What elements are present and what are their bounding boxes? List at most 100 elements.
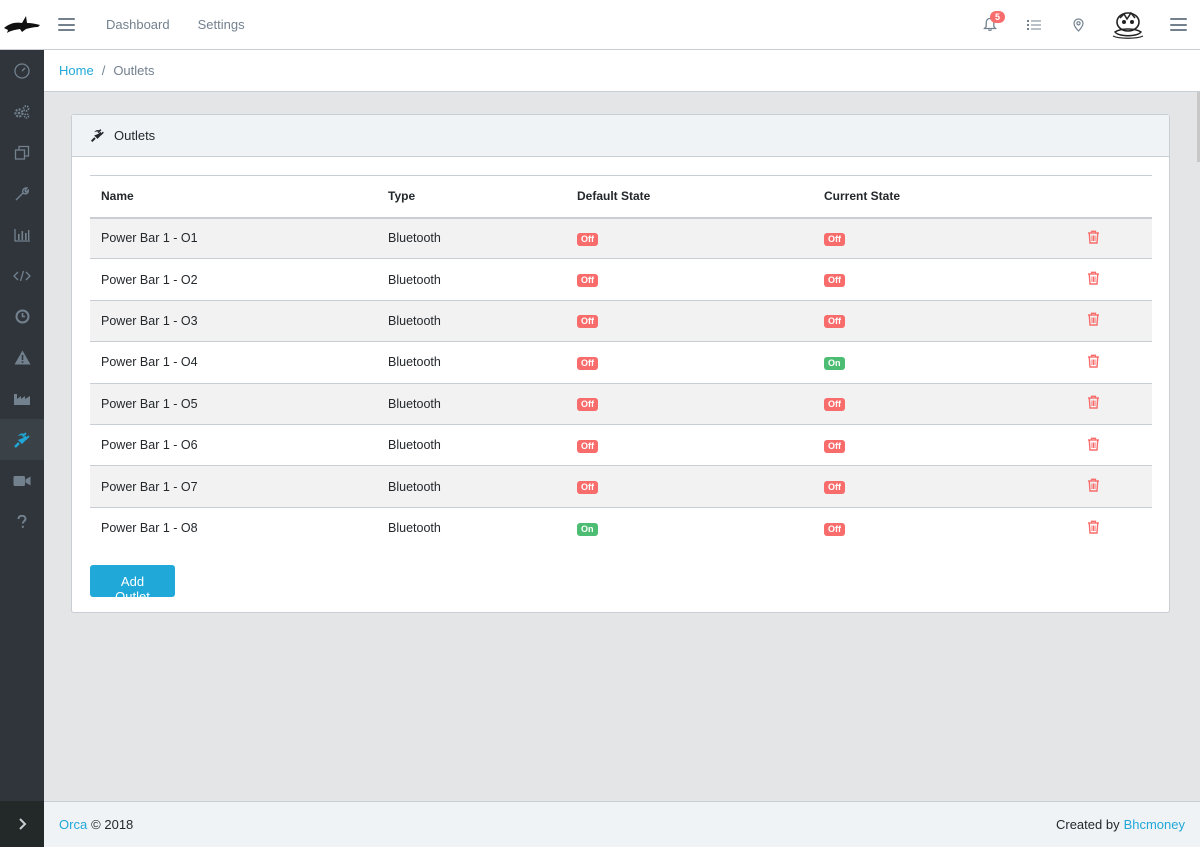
sidebar-item-help[interactable] (0, 501, 44, 542)
sidebar-item-layers[interactable] (0, 132, 44, 173)
delete-outlet-button[interactable] (1087, 312, 1101, 327)
sidebar-item-code[interactable] (0, 255, 44, 296)
breadcrumb-home-link[interactable]: Home (59, 63, 94, 78)
trash-icon (1088, 395, 1099, 409)
default-state-badge: Off (577, 356, 598, 370)
outlet-name-cell: Power Bar 1 - O6 (90, 423, 377, 466)
delete-outlet-button[interactable] (1087, 354, 1101, 368)
plug-icon (14, 431, 30, 448)
aside-menu-toggle-button[interactable] (1156, 0, 1200, 50)
sidebar-item-tools[interactable] (0, 173, 44, 214)
current-state-cell: Off (813, 258, 1064, 301)
current-state-badge[interactable]: Off (824, 315, 845, 329)
sidebar-minimizer-button[interactable] (0, 801, 44, 847)
header-nav: Dashboard Settings (92, 17, 259, 32)
current-state-cell: Off (813, 423, 1064, 466)
delete-outlet-button[interactable] (1087, 395, 1101, 409)
column-header-type: Type (388, 189, 416, 204)
actions-cell (1064, 382, 1152, 425)
table-row: Power Bar 1 - O3 Bluetooth Off Off (90, 299, 1152, 342)
add-outlet-button[interactable]: Add Outlet (90, 564, 175, 604)
current-state-cell: Off (813, 382, 1064, 425)
breadcrumb-current: Outlets (113, 63, 155, 78)
current-state-badge[interactable]: On (824, 356, 845, 370)
outlet-name-cell: Power Bar 1 - O8 (90, 506, 377, 549)
outlet-type-cell: Bluetooth (377, 506, 566, 549)
layers-icon (14, 145, 30, 160)
default-state-badge: Off (577, 232, 598, 246)
location-button[interactable] (1056, 0, 1100, 50)
sidebar-item-camera[interactable] (0, 460, 44, 501)
footer-created-by: Created by (1055, 817, 1120, 832)
nav-settings-link[interactable]: Settings (198, 17, 245, 32)
column-header-actions (1064, 176, 1152, 218)
list-button[interactable] (1012, 0, 1056, 50)
delete-outlet-button[interactable] (1087, 478, 1101, 492)
trash-icon (1088, 437, 1099, 451)
card-body: Name Type Default State Current State Po… (72, 157, 1169, 604)
code-icon (13, 270, 31, 281)
actions-cell (1064, 299, 1152, 342)
sidebar-item-settings[interactable] (0, 91, 44, 132)
table-row: Power Bar 1 - O1 Bluetooth Off Off (90, 217, 1152, 259)
actions-cell (1064, 465, 1152, 508)
current-state-badge[interactable]: Off (824, 481, 845, 495)
delete-outlet-button[interactable] (1087, 437, 1101, 451)
table-row: Power Bar 1 - O8 Bluetooth On Off (90, 506, 1152, 549)
orca-logo[interactable] (0, 0, 44, 50)
sidebar-item-outlets[interactable] (0, 419, 44, 460)
footer-brand-link[interactable]: Orca (59, 817, 87, 832)
sidebar-item-dashboard[interactable] (0, 50, 44, 91)
hamburger-icon (1169, 18, 1187, 31)
hamburger-icon (57, 18, 75, 31)
outlet-type-cell: Bluetooth (377, 258, 566, 301)
card-title: Outlets (114, 128, 156, 143)
sidebar-toggle-button[interactable] (44, 0, 88, 50)
outlets-card: Outlets Name Type Default State Current … (71, 114, 1170, 613)
sidebar-item-equipment[interactable] (0, 378, 44, 419)
clock-icon (15, 309, 29, 324)
chevron-right-icon (18, 818, 26, 830)
speedometer-icon (14, 62, 30, 79)
current-state-badge[interactable]: Off (824, 274, 845, 288)
default-state-badge: Off (577, 481, 598, 495)
user-avatar[interactable] (1110, 7, 1146, 43)
header-right: 5 (968, 0, 1200, 50)
current-state-cell: Off (813, 218, 1064, 259)
outlet-name-cell: Power Bar 1 - O1 (101, 231, 198, 246)
column-header-name: Name (101, 189, 134, 204)
sidebar-item-alerts[interactable] (0, 337, 44, 378)
app-header: Dashboard Settings 5 (0, 0, 1200, 50)
current-state-badge[interactable]: Off (824, 522, 845, 536)
default-state-cell: Off (566, 218, 813, 259)
nav-dashboard-link[interactable]: Dashboard (106, 17, 170, 32)
sidebar-item-graphs[interactable] (0, 214, 44, 255)
notifications-button[interactable]: 5 (968, 0, 1012, 50)
card-header: Outlets (72, 115, 1169, 157)
bar-chart-icon (13, 228, 30, 242)
table-row: Power Bar 1 - O6 Bluetooth Off Off (90, 423, 1152, 466)
warning-icon (14, 350, 30, 365)
default-state-cell: Off (566, 465, 813, 508)
table-header-row: Name Type Default State Current State (90, 175, 1152, 218)
current-state-badge[interactable]: Off (824, 232, 845, 246)
current-state-cell: Off (813, 465, 1064, 508)
outlet-name-cell: Power Bar 1 - O4 (90, 341, 377, 384)
default-state-badge: Off (577, 274, 598, 288)
delete-outlet-button[interactable] (1087, 520, 1101, 534)
trash-icon (1088, 520, 1099, 534)
current-state-badge[interactable]: Off (824, 398, 845, 412)
footer-author-link[interactable]: Bhcmoney (1124, 817, 1185, 832)
app-footer: Orca © 2018 Created by Bhcmoney (44, 801, 1200, 847)
default-state-badge: Off (577, 398, 598, 412)
actions-cell (1064, 341, 1152, 384)
default-state-badge: Off (577, 439, 598, 453)
outlet-type-cell: Bluetooth (388, 231, 441, 246)
delete-outlet-button[interactable] (1087, 230, 1101, 244)
current-state-badge[interactable]: Off (824, 439, 845, 453)
actions-cell (1064, 218, 1152, 259)
video-camera-icon (13, 475, 31, 486)
notification-count-badge: 5 (990, 10, 1006, 23)
sidebar-item-timers[interactable] (0, 296, 44, 337)
delete-outlet-button[interactable] (1087, 271, 1101, 285)
